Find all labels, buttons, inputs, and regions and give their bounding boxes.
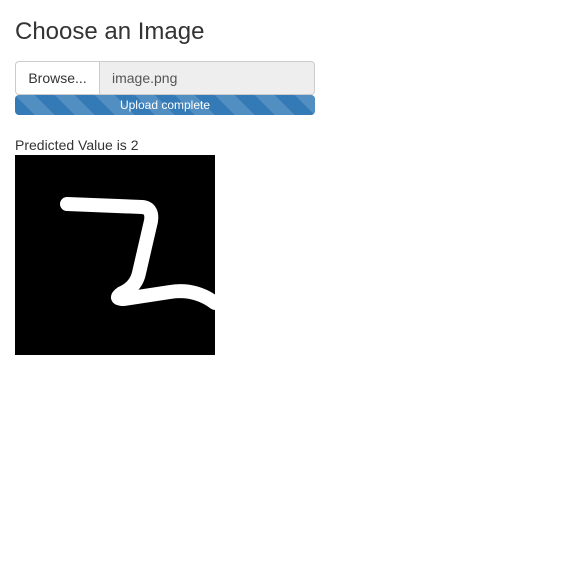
upload-progress-fill: Upload complete bbox=[15, 95, 315, 115]
browse-button[interactable]: Browse... bbox=[15, 61, 99, 95]
page-title: Choose an Image bbox=[15, 18, 205, 45]
file-input-group: Browse... bbox=[15, 61, 315, 95]
digit-image bbox=[15, 155, 215, 355]
upload-progress-bar: Upload complete bbox=[15, 95, 315, 115]
prediction-text: Predicted Value is 2 bbox=[15, 137, 139, 153]
upload-status-label: Upload complete bbox=[119, 98, 211, 112]
file-name-field[interactable] bbox=[99, 61, 315, 95]
